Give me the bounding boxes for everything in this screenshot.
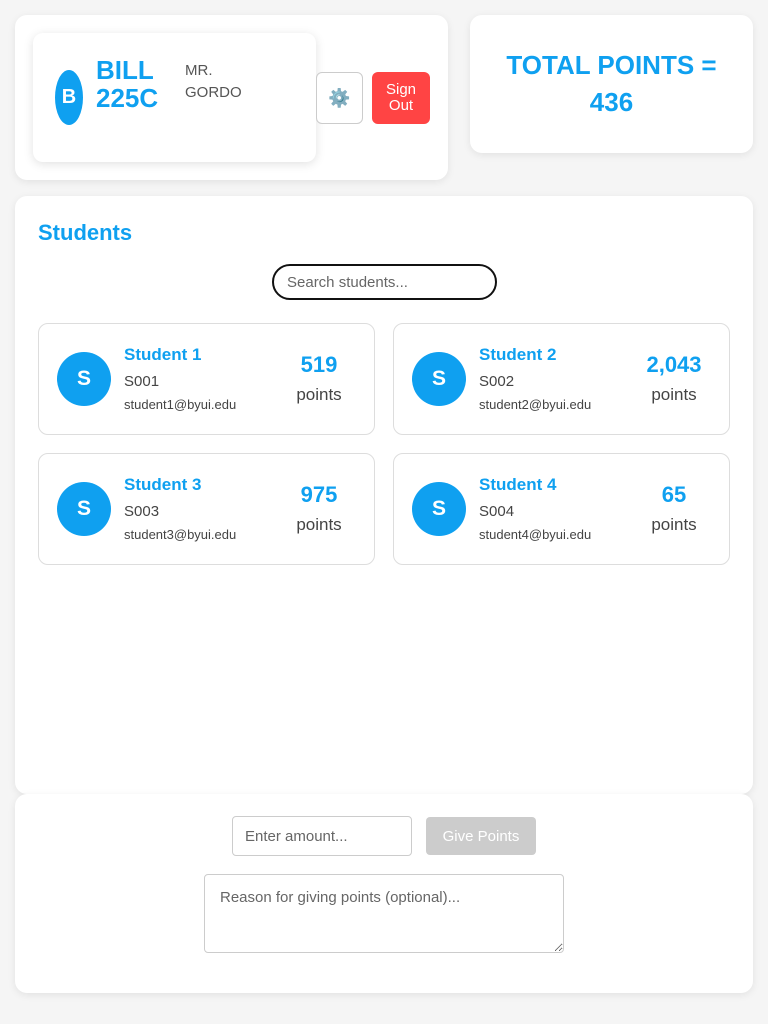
student-id: S004	[479, 503, 515, 520]
points-label: points	[296, 385, 342, 404]
student-id: S001	[124, 373, 160, 390]
profile-card: B BILL 225C MR. GORDO ⚙️ Sign Out	[15, 15, 448, 180]
gear-icon: ⚙️	[328, 87, 351, 108]
search-input[interactable]	[272, 264, 497, 300]
class-name: BILL 225C	[96, 55, 159, 113]
student-points: 519	[300, 352, 338, 377]
sign-out-button[interactable]: Sign Out	[372, 72, 430, 124]
students-panel: Students S Student 1 S001 student1@byui.…	[15, 196, 753, 794]
avatar: S	[57, 352, 111, 406]
student-email: student2@byui.edu	[479, 397, 592, 412]
points-label: points	[296, 515, 342, 534]
avatar: S	[57, 482, 111, 536]
student-card[interactable]: S Student 4 S004 student4@byui.edu 65 po…	[393, 453, 730, 565]
student-email: student3@byui.edu	[124, 527, 237, 542]
student-name: Student 1	[124, 345, 202, 364]
points-label: points	[651, 385, 697, 404]
give-points-button[interactable]: Give Points	[426, 817, 536, 855]
total-points-value: 436	[589, 87, 634, 117]
points-label: points	[651, 515, 697, 534]
student-email: student4@byui.edu	[479, 527, 592, 542]
student-card[interactable]: S Student 1 S001 student1@byui.edu 519 p…	[38, 323, 375, 435]
total-points-label: TOTAL POINTS =	[506, 50, 717, 80]
avatar: S	[412, 352, 466, 406]
student-id: S002	[479, 373, 515, 390]
student-name: Student 3	[124, 475, 202, 494]
class-profile: B BILL 225C MR. GORDO	[33, 33, 316, 162]
student-name: Student 4	[479, 475, 557, 494]
give-points-panel: Give Points	[15, 794, 753, 993]
student-card[interactable]: S Student 3 S003 student3@byui.edu 975 p…	[38, 453, 375, 565]
student-points: 65	[661, 482, 687, 507]
total-points-card: TOTAL POINTS = 436	[470, 15, 753, 153]
student-points: 975	[300, 482, 338, 507]
student-card[interactable]: S Student 2 S002 student2@byui.edu 2,043…	[393, 323, 730, 435]
section-title: Students	[38, 220, 133, 245]
student-email: student1@byui.edu	[124, 397, 237, 412]
student-points: 2,043	[646, 352, 702, 377]
amount-input[interactable]	[232, 816, 412, 856]
avatar: B	[55, 70, 83, 125]
student-name: Student 2	[479, 345, 557, 364]
teacher-name: MR. GORDO	[185, 62, 242, 101]
settings-button[interactable]: ⚙️	[316, 72, 363, 124]
reason-textarea[interactable]	[204, 874, 564, 953]
student-id: S003	[124, 503, 160, 520]
avatar: S	[412, 482, 466, 536]
